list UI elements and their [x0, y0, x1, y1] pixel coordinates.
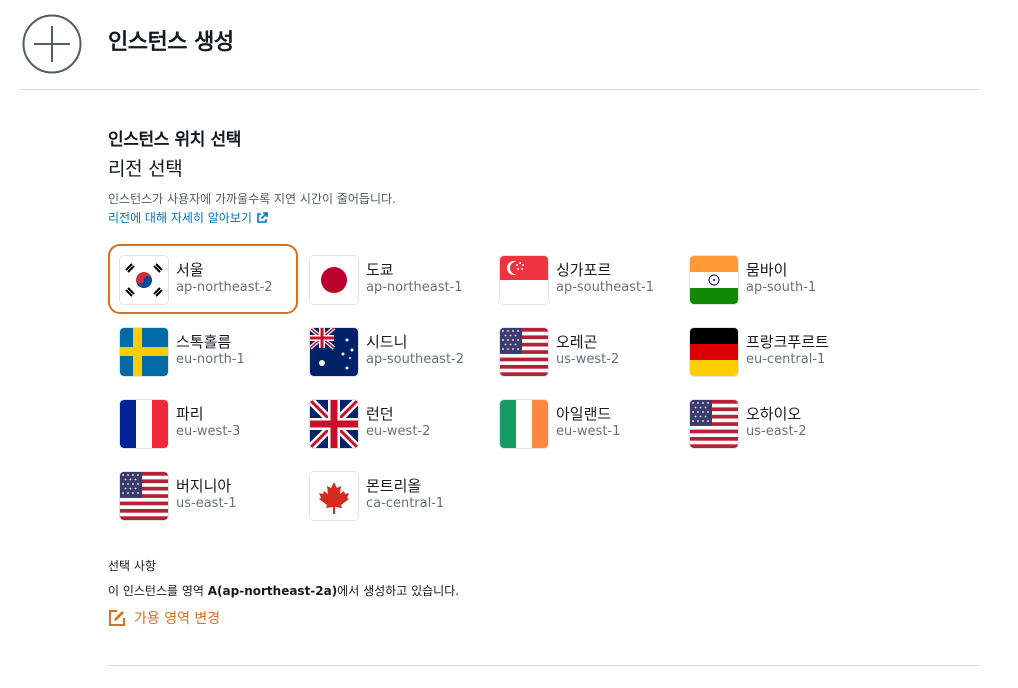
region-name: 파리 [176, 405, 204, 423]
region-name: 오하이오 [746, 405, 802, 423]
section-title: 인스턴스 위치 선택 [108, 130, 241, 150]
region-name: 싱가포르 [556, 261, 612, 279]
region-option-us-east-2[interactable]: 오하이오 us-east-2 [678, 388, 868, 458]
selection-label: 선택 사항 [108, 559, 156, 573]
region-name: 시드니 [366, 333, 408, 351]
bottom-divider [108, 665, 979, 666]
jp-flag-icon [310, 256, 358, 304]
selected-zone: A(ap-northeast-2a) [207, 584, 338, 598]
region-description: 인스턴스가 사용자에 가까울수록 지연 시간이 줄어듭니다. [108, 192, 396, 206]
region-option-eu-west-1[interactable]: 아일랜드 eu-west-1 [488, 388, 678, 458]
selection-text: 이 인스턴스를 영역 A(ap-northeast-2a)에서 생성하고 있습니… [108, 582, 459, 599]
edit-icon [109, 610, 125, 626]
region-name: 서울 [176, 261, 204, 279]
region-code: ap-northeast-1 [366, 280, 463, 295]
region-code: eu-north-1 [176, 352, 245, 367]
region-option-ap-northeast-1[interactable]: 도쿄 ap-northeast-1 [298, 244, 488, 314]
region-name: 버지니아 [176, 477, 232, 495]
sg-flag-icon [500, 256, 548, 304]
header-divider [20, 89, 979, 90]
region-code: eu-west-1 [556, 424, 621, 439]
region-code: us-west-2 [556, 352, 620, 367]
region-name: 몬트리올 [366, 477, 422, 495]
au-flag-icon [310, 328, 358, 376]
region-option-us-west-2[interactable]: 오레곤 us-west-2 [488, 316, 678, 386]
region-code: us-east-1 [176, 496, 237, 511]
region-code: ap-northeast-2 [176, 280, 273, 295]
region-name: 오레곤 [556, 333, 598, 351]
us-flag-icon [690, 400, 738, 448]
region-option-ap-southeast-1[interactable]: 싱가포르 ap-southeast-1 [488, 244, 678, 314]
change-az-label: 가용 영역 변경 [134, 611, 221, 627]
region-name: 런던 [366, 405, 394, 423]
region-name: 프랑크푸르트 [746, 333, 829, 351]
region-name: 아일랜드 [556, 405, 612, 423]
region-code: ap-southeast-1 [556, 280, 655, 295]
region-option-eu-west-2[interactable]: 런던 eu-west-2 [298, 388, 488, 458]
de-flag-icon [690, 328, 738, 376]
us-flag-icon [120, 472, 168, 520]
region-option-eu-west-3[interactable]: 파리 eu-west-3 [108, 388, 298, 458]
region-option-ap-northeast-2[interactable]: 서울 ap-northeast-2 [108, 244, 298, 314]
page-title: 인스턴스 생성 [108, 30, 234, 55]
header: 인스턴스 생성 [0, 0, 1018, 90]
region-name: 도쿄 [366, 261, 394, 279]
region-code: eu-west-2 [366, 424, 431, 439]
learn-more-label: 리전에 대해 자세히 알아보기 [108, 211, 252, 225]
learn-more-link[interactable]: 리전에 대해 자세히 알아보기 [108, 209, 268, 226]
external-link-icon [257, 211, 268, 223]
region-option-ap-south-1[interactable]: 뭄바이 ap-south-1 [678, 244, 868, 314]
kr-flag-icon [120, 256, 168, 304]
us-flag-icon [500, 328, 548, 376]
region-option-ca-central-1[interactable]: 몬트리올 ca-central-1 [298, 460, 488, 530]
in-flag-icon [690, 256, 738, 304]
se-flag-icon [120, 328, 168, 376]
ie-flag-icon [500, 400, 548, 448]
region-option-us-east-1[interactable]: 버지니아 us-east-1 [108, 460, 298, 530]
region-select-title: 리전 선택 [108, 158, 183, 180]
region-option-ap-southeast-2[interactable]: 시드니 ap-southeast-2 [298, 316, 488, 386]
region-code: us-east-2 [746, 424, 807, 439]
region-name: 스톡홀름 [176, 333, 232, 351]
ca-flag-icon [310, 472, 358, 520]
region-name: 뭄바이 [746, 261, 788, 279]
selection-text-prefix: 이 인스턴스를 영역 [108, 584, 208, 598]
fr-flag-icon [120, 400, 168, 448]
region-code: ap-south-1 [746, 280, 817, 295]
region-option-eu-north-1[interactable]: 스톡홀름 eu-north-1 [108, 316, 298, 386]
region-code: ca-central-1 [366, 496, 445, 511]
region-code: eu-west-3 [176, 424, 241, 439]
change-az-button[interactable]: 가용 영역 변경 [108, 608, 220, 628]
region-option-eu-central-1[interactable]: 프랑크푸르트 eu-central-1 [678, 316, 868, 386]
uk-flag-icon [310, 400, 358, 448]
region-code: eu-central-1 [746, 352, 826, 367]
region-code: ap-southeast-2 [366, 352, 465, 367]
selection-text-suffix: 에서 생성하고 있습니다. [337, 584, 460, 598]
add-circle-icon [22, 14, 82, 74]
